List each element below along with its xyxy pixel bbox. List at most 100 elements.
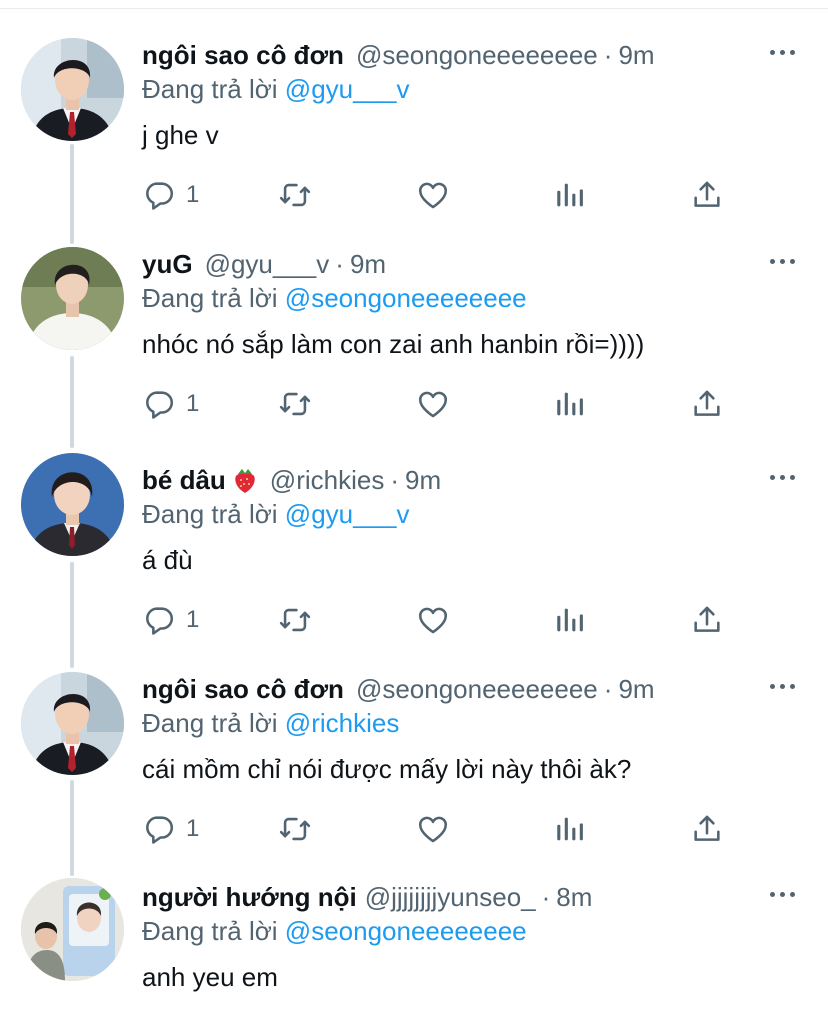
replying-to-label: Đang trả lời xyxy=(142,499,278,529)
tweet-actions: 1 xyxy=(142,603,742,637)
tweet-text: nhóc nó sắp làm con zai anh hanbin rồi=)… xyxy=(142,329,645,359)
display-name[interactable]: người hướng nội xyxy=(142,882,357,913)
tweet-header: ngôi sao cô đơn @seongoneeeeeeee · 9m xyxy=(142,672,655,706)
strawberry-icon xyxy=(232,466,258,494)
share-button[interactable] xyxy=(690,178,724,212)
reply-button[interactable]: 1 xyxy=(142,603,199,637)
more-options-icon[interactable] xyxy=(770,259,795,264)
display-name[interactable]: bé dâu xyxy=(142,465,226,496)
tweet[interactable]: ngôi sao cô đơn @seongoneeeeeeee · 9m Đa… xyxy=(0,38,828,218)
more-options-icon[interactable] xyxy=(770,684,795,689)
reply-icon xyxy=(142,603,176,637)
replying-to: Đang trả lời @gyu___v xyxy=(142,74,410,105)
replying-to: Đang trả lời @seongoneeeeeeee xyxy=(142,916,527,947)
timestamp[interactable]: 9m xyxy=(618,40,654,71)
display-name[interactable]: ngôi sao cô đơn xyxy=(142,40,344,71)
views-button[interactable] xyxy=(553,603,587,637)
reply-button[interactable]: 1 xyxy=(142,387,199,421)
display-name[interactable]: ngôi sao cô đơn xyxy=(142,674,344,705)
avatar[interactable] xyxy=(21,453,124,556)
tweet-header: người hướng nội @jjjjjjjjyunseo_ · 8m xyxy=(142,880,592,914)
share-button[interactable] xyxy=(690,812,724,846)
avatar[interactable] xyxy=(21,672,124,775)
reply-count: 1 xyxy=(186,815,200,842)
tweet[interactable]: yuG @gyu___v · 9m Đang trả lời @seongone… xyxy=(0,247,828,427)
heart-icon xyxy=(416,387,450,421)
heart-icon xyxy=(416,178,450,212)
timestamp[interactable]: 9m xyxy=(405,465,441,496)
share-button[interactable] xyxy=(690,387,724,421)
separator-dot: · xyxy=(603,39,613,70)
more-options-icon[interactable] xyxy=(770,50,795,55)
replying-to-label: Đang trả lời xyxy=(142,916,278,946)
separator-dot: · xyxy=(390,464,399,495)
heart-icon xyxy=(416,603,450,637)
like-button[interactable] xyxy=(416,812,450,846)
user-handle[interactable]: @seongoneeeeeeee xyxy=(356,674,598,705)
mention-link[interactable]: @seongoneeeeeeee xyxy=(285,916,527,946)
retweet-button[interactable] xyxy=(278,603,312,637)
views-button[interactable] xyxy=(553,178,587,212)
avatar[interactable] xyxy=(21,878,124,981)
mention-link[interactable]: @richkies xyxy=(285,708,400,738)
tweet-text: cái mồm chỉ nói được mấy lời này thôi àk… xyxy=(142,754,632,784)
replying-to: Đang trả lời @gyu___v xyxy=(142,499,410,530)
user-handle[interactable]: @gyu___v xyxy=(205,249,330,280)
share-button[interactable] xyxy=(690,603,724,637)
views-button[interactable] xyxy=(553,387,587,421)
like-button[interactable] xyxy=(416,603,450,637)
reply-icon xyxy=(142,178,176,212)
timestamp[interactable]: 9m xyxy=(618,674,654,705)
more-options-icon[interactable] xyxy=(770,475,795,480)
reply-button[interactable]: 1 xyxy=(142,178,199,212)
tweet-text: j ghe v xyxy=(142,120,219,150)
like-button[interactable] xyxy=(416,178,450,212)
retweet-button[interactable] xyxy=(278,812,312,846)
analytics-icon xyxy=(553,603,587,637)
top-divider xyxy=(0,8,828,9)
share-icon xyxy=(690,603,724,637)
timestamp[interactable]: 8m xyxy=(556,882,592,913)
reply-button[interactable]: 1 xyxy=(142,812,199,846)
mention-link[interactable]: @gyu___v xyxy=(285,499,410,529)
replying-to-label: Đang trả lời xyxy=(142,708,278,738)
tweet[interactable]: người hướng nội @jjjjjjjjyunseo_ · 8m Đa… xyxy=(0,878,828,1015)
retweet-icon xyxy=(278,178,312,212)
mention-link[interactable]: @seongoneeeeeeee xyxy=(285,283,527,313)
tweet-actions: 1 xyxy=(142,178,742,212)
tweet-text: á đù xyxy=(142,545,193,575)
replying-to: Đang trả lời @richkies xyxy=(142,708,399,739)
user-handle[interactable]: @richkies xyxy=(270,465,385,496)
user-handle[interactable]: @jjjjjjjjyunseo_ xyxy=(365,882,536,913)
tweet-header: yuG @gyu___v · 9m xyxy=(142,247,386,281)
retweet-icon xyxy=(278,387,312,421)
analytics-icon xyxy=(553,812,587,846)
share-icon xyxy=(690,387,724,421)
tweet[interactable]: bé dâu @richkies · 9m Đang trả lời @gyu_… xyxy=(0,453,828,643)
tweet[interactable]: ngôi sao cô đơn @seongoneeeeeeee · 9m Đa… xyxy=(0,672,828,852)
views-button[interactable] xyxy=(553,812,587,846)
more-options-icon[interactable] xyxy=(770,892,795,897)
like-button[interactable] xyxy=(416,387,450,421)
share-icon xyxy=(690,178,724,212)
avatar[interactable] xyxy=(21,38,124,141)
replying-to-label: Đang trả lời xyxy=(142,283,278,313)
separator-dot: · xyxy=(335,248,344,279)
heart-icon xyxy=(416,812,450,846)
timestamp[interactable]: 9m xyxy=(350,249,386,280)
user-handle[interactable]: @seongoneeeeeeee xyxy=(356,40,598,71)
reply-icon xyxy=(142,387,176,421)
avatar[interactable] xyxy=(21,247,124,350)
reply-count: 1 xyxy=(186,181,200,208)
display-name[interactable]: yuG xyxy=(142,249,193,280)
tweet-text: anh yeu em xyxy=(142,962,278,992)
retweet-icon xyxy=(278,603,312,637)
share-icon xyxy=(690,812,724,846)
retweet-icon xyxy=(278,812,312,846)
retweet-button[interactable] xyxy=(278,387,312,421)
replying-to: Đang trả lời @seongoneeeeeeee xyxy=(142,283,527,314)
tweet-header: ngôi sao cô đơn @seongoneeeeeeee · 9m xyxy=(142,38,655,72)
reply-icon xyxy=(142,812,176,846)
mention-link[interactable]: @gyu___v xyxy=(285,74,410,104)
retweet-button[interactable] xyxy=(278,178,312,212)
